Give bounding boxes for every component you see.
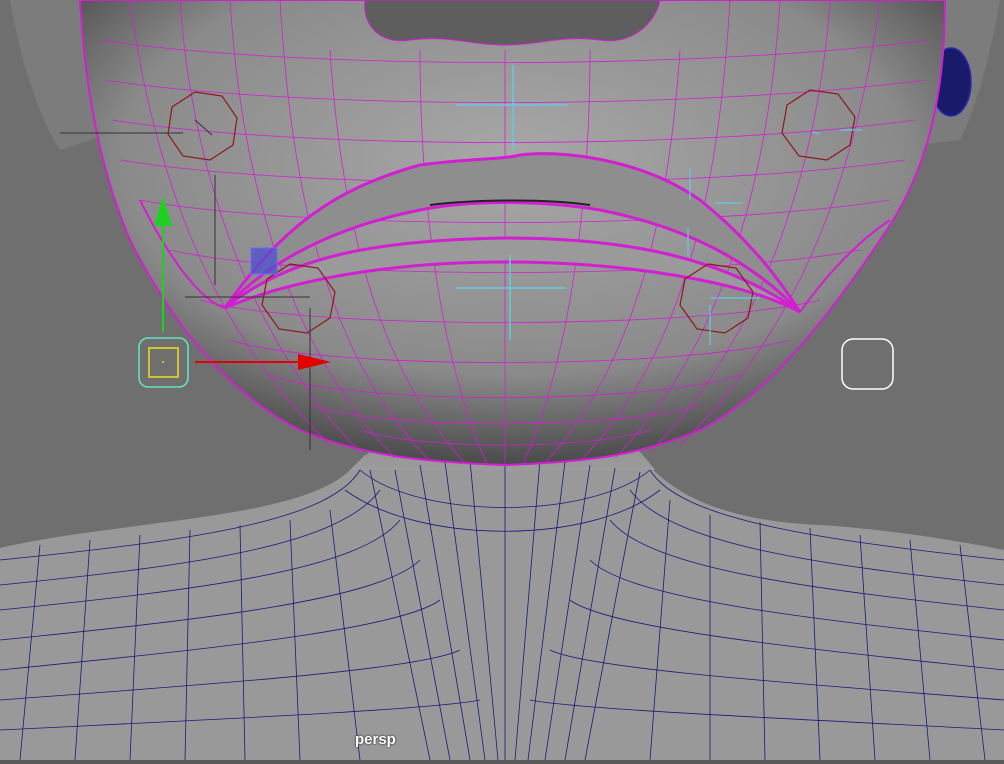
camera-label: persp — [355, 731, 396, 748]
body-mesh[interactable] — [0, 455, 1004, 760]
nurbs-circle-control-icon[interactable] — [841, 338, 894, 390]
selected-vertex-handle[interactable] — [250, 247, 278, 275]
viewport-scene[interactable] — [0, 0, 1004, 764]
viewport-bottom-edge — [0, 760, 1004, 764]
perspective-viewport[interactable]: persp — [0, 0, 1004, 764]
nose-mesh[interactable] — [364, 0, 661, 46]
